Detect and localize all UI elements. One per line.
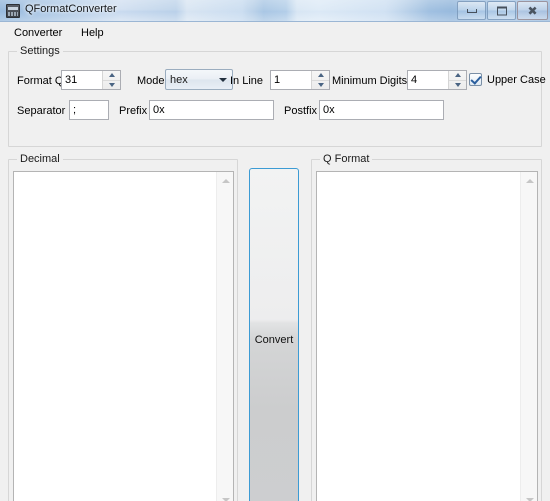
minimize-icon bbox=[466, 8, 477, 13]
calculator-icon bbox=[6, 4, 20, 18]
client-area: Converter Help Settings Format Q 31 Mode… bbox=[0, 22, 550, 501]
settings-group: Settings Format Q 31 Mode hex In Line 1 bbox=[8, 45, 546, 147]
minimum-digits-decrement-button[interactable] bbox=[449, 81, 466, 90]
menu-bar: Converter Help bbox=[0, 22, 550, 43]
convert-button[interactable]: Convert bbox=[249, 168, 299, 501]
mode-label: Mode bbox=[137, 75, 165, 87]
postfix-input[interactable] bbox=[319, 100, 444, 120]
decimal-group-title: Decimal bbox=[17, 153, 63, 165]
decimal-textarea[interactable] bbox=[13, 171, 234, 501]
title-bar[interactable]: QFormatConverter ✖ bbox=[0, 0, 550, 22]
separator-label: Separator bbox=[17, 105, 66, 117]
qformat-group: Q Format bbox=[311, 153, 542, 501]
chevron-down-icon bbox=[317, 82, 324, 87]
postfix-label: Postfix bbox=[284, 105, 318, 117]
minimum-digits-increment-button[interactable] bbox=[449, 71, 466, 81]
prefix-input[interactable] bbox=[149, 100, 274, 120]
scroll-down-icon[interactable] bbox=[217, 491, 233, 501]
minimize-button[interactable] bbox=[457, 1, 486, 20]
window-title: QFormatConverter bbox=[25, 3, 117, 15]
minimum-digits-value[interactable]: 4 bbox=[408, 71, 448, 89]
upper-case-checkbox[interactable]: Upper Case bbox=[469, 73, 546, 86]
in-line-increment-button[interactable] bbox=[312, 71, 329, 81]
settings-group-title: Settings bbox=[17, 45, 63, 57]
qformat-text-content[interactable] bbox=[317, 172, 520, 501]
checkbox-indicator[interactable] bbox=[469, 73, 482, 86]
in-line-label: In Line bbox=[230, 75, 264, 87]
upper-case-label: Upper Case bbox=[487, 73, 546, 86]
format-q-stepper[interactable]: 31 bbox=[61, 70, 121, 90]
format-q-stepper-buttons bbox=[102, 71, 120, 89]
chevron-up-icon bbox=[454, 73, 461, 78]
chevron-down-icon bbox=[454, 82, 461, 87]
format-q-value[interactable]: 31 bbox=[62, 71, 102, 89]
in-line-stepper[interactable]: 1 bbox=[270, 70, 330, 90]
in-line-decrement-button[interactable] bbox=[312, 81, 329, 90]
minimum-digits-stepper[interactable]: 4 bbox=[407, 70, 467, 90]
prefix-label: Prefix bbox=[119, 105, 148, 117]
in-line-stepper-buttons bbox=[311, 71, 329, 89]
chevron-up-icon bbox=[317, 73, 324, 78]
decimal-scrollbar[interactable] bbox=[216, 172, 233, 501]
maximize-button[interactable] bbox=[487, 1, 516, 20]
decimal-group: Decimal bbox=[8, 153, 238, 501]
menu-item-converter[interactable]: Converter bbox=[8, 25, 68, 41]
application-window: QFormatConverter ✖ Converter Help Settin… bbox=[0, 0, 550, 501]
format-q-label: Format Q bbox=[17, 75, 64, 87]
maximize-icon bbox=[496, 6, 507, 15]
close-icon: ✖ bbox=[527, 3, 538, 18]
format-q-increment-button[interactable] bbox=[103, 71, 120, 81]
scroll-down-icon[interactable] bbox=[521, 491, 537, 501]
minimum-digits-label: Minimum Digits bbox=[332, 75, 408, 87]
qformat-scrollbar[interactable] bbox=[520, 172, 537, 501]
chevron-up-icon bbox=[108, 73, 115, 78]
qformat-group-title: Q Format bbox=[320, 153, 373, 165]
convert-button-label: Convert bbox=[254, 334, 294, 346]
minimum-digits-stepper-buttons bbox=[448, 71, 466, 89]
mode-selected-value: hex bbox=[170, 73, 188, 86]
close-button[interactable]: ✖ bbox=[517, 1, 548, 20]
decimal-text-content[interactable] bbox=[14, 172, 216, 501]
format-q-decrement-button[interactable] bbox=[103, 81, 120, 90]
qformat-textarea[interactable] bbox=[316, 171, 538, 501]
scroll-up-icon[interactable] bbox=[217, 172, 233, 189]
window-controls: ✖ bbox=[457, 1, 548, 20]
in-line-value[interactable]: 1 bbox=[271, 71, 311, 89]
chevron-down-icon bbox=[108, 82, 115, 87]
separator-input[interactable] bbox=[69, 100, 109, 120]
menu-item-help[interactable]: Help bbox=[75, 25, 110, 41]
scroll-up-icon[interactable] bbox=[521, 172, 537, 189]
mode-select[interactable]: hex bbox=[165, 69, 233, 90]
